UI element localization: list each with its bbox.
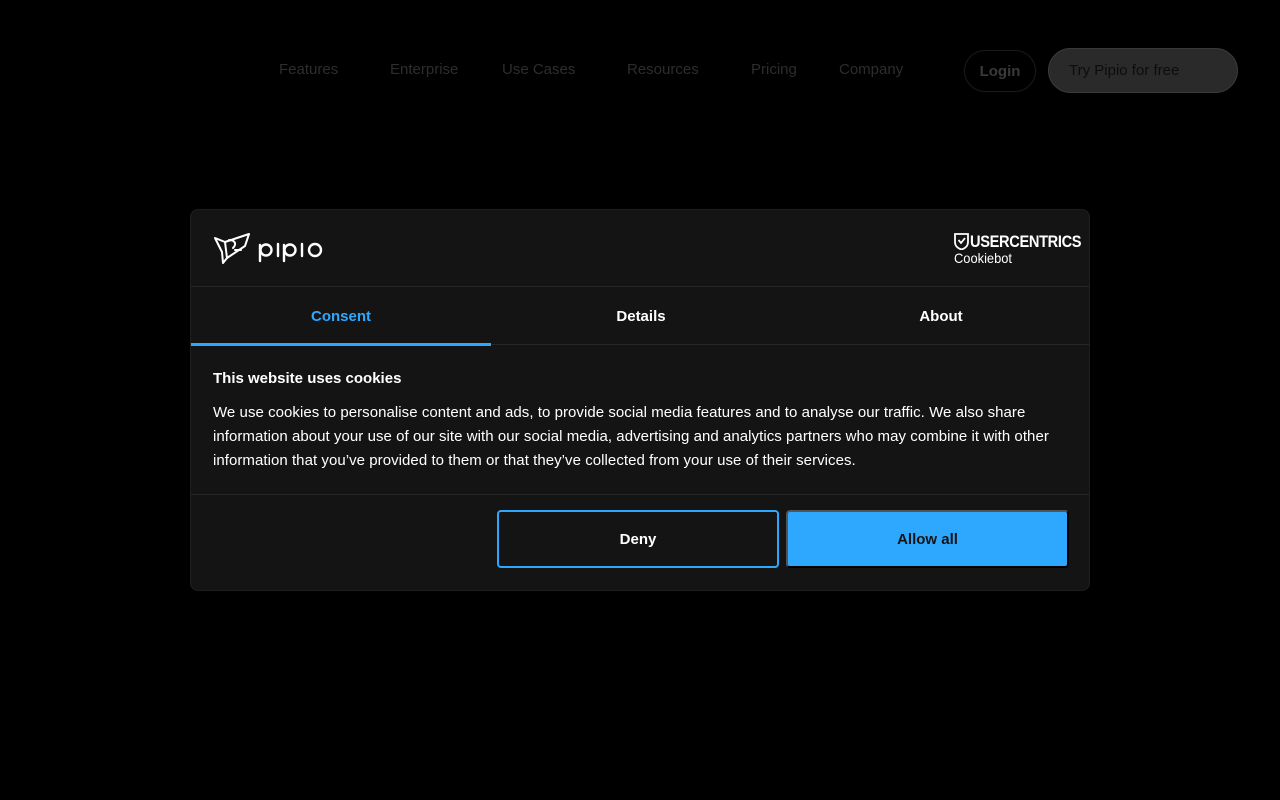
tab-about[interactable]: About bbox=[791, 287, 1089, 345]
dialog-tabs: Consent Details About bbox=[191, 287, 1089, 346]
nav-link-company[interactable]: Company bbox=[839, 61, 903, 78]
cookie-consent-dialog: USERCENTRICS Cookiebot Consent Details A… bbox=[190, 209, 1090, 591]
login-button[interactable]: Login bbox=[964, 50, 1036, 92]
dialog-footer: Deny Allow all bbox=[191, 494, 1089, 590]
nav-link-use-cases[interactable]: Use Cases bbox=[502, 61, 575, 78]
page: Features Enterprise Use Cases Resources … bbox=[0, 0, 1280, 800]
top-navigation: Features Enterprise Use Cases Resources … bbox=[0, 0, 1280, 140]
tab-consent[interactable]: Consent bbox=[191, 287, 491, 346]
usercentrics-wordmark: USERCENTRICS bbox=[970, 232, 1082, 251]
nav-link-resources[interactable]: Resources bbox=[627, 61, 699, 78]
pipio-logo bbox=[214, 233, 323, 264]
try-free-button[interactable]: Try Pipio for free bbox=[1048, 48, 1238, 93]
allow-all-button[interactable]: Allow all bbox=[786, 510, 1069, 568]
deny-button[interactable]: Deny bbox=[497, 510, 779, 568]
nav-link-pricing[interactable]: Pricing bbox=[751, 61, 797, 78]
dialog-title: This website uses cookies bbox=[213, 370, 402, 387]
dialog-description: We use cookies to personalise content an… bbox=[213, 404, 1049, 469]
shield-icon bbox=[954, 233, 969, 250]
dialog-body: This website uses cookies We use cookies… bbox=[213, 370, 1069, 473]
dialog-header: USERCENTRICS Cookiebot bbox=[191, 210, 1089, 287]
nav-link-features[interactable]: Features bbox=[279, 61, 338, 78]
nav-link-enterprise[interactable]: Enterprise bbox=[390, 61, 458, 78]
tab-details[interactable]: Details bbox=[491, 287, 791, 345]
cookiebot-wordmark: Cookiebot bbox=[954, 250, 1013, 266]
usercentrics-cookiebot-logo: USERCENTRICS Cookiebot bbox=[954, 232, 1082, 266]
